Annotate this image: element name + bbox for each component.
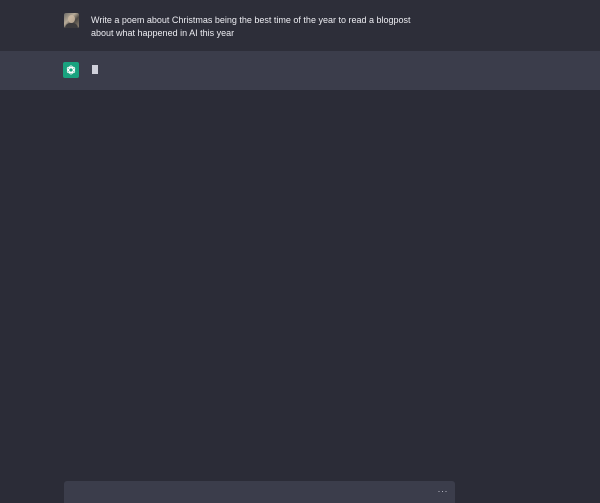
avatar-shirt xyxy=(65,23,78,28)
user-message-text: Write a poem about Christmas being the b… xyxy=(91,15,411,38)
user-message-row: Write a poem about Christmas being the b… xyxy=(0,0,600,52)
message-input-box[interactable]: ··· xyxy=(64,481,455,503)
avatar-face xyxy=(68,15,75,23)
chat-scroll-area[interactable] xyxy=(0,90,600,503)
openai-logo-icon xyxy=(63,62,79,78)
user-avatar xyxy=(64,13,79,28)
loading-indicator: ··· xyxy=(437,486,448,496)
typing-cursor xyxy=(92,65,98,74)
assistant-message-row xyxy=(0,51,600,90)
